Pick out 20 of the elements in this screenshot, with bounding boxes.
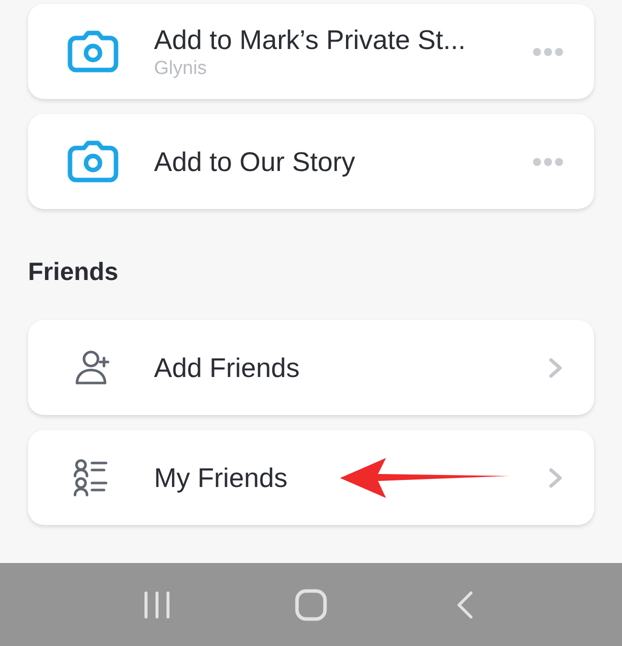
item-title: Add to Mark’s Private St... bbox=[154, 24, 466, 56]
more-icon[interactable] bbox=[532, 156, 564, 166]
list-card[interactable]: My Friends bbox=[28, 430, 594, 525]
more-icon[interactable] bbox=[532, 46, 564, 56]
item-title: Add to Our Story bbox=[154, 146, 356, 178]
camera-icon bbox=[66, 138, 120, 184]
chevron-icon bbox=[548, 466, 564, 488]
list-card[interactable]: Add to Our Story bbox=[28, 114, 594, 209]
add-person-icon bbox=[74, 348, 112, 386]
home-icon bbox=[295, 588, 327, 620]
chevron-icon bbox=[548, 356, 564, 378]
item-subtitle: Glynis bbox=[154, 56, 207, 80]
camera-icon bbox=[66, 28, 120, 74]
section-heading: Friends bbox=[28, 257, 120, 287]
list-card[interactable]: Add to Mark’s Private St... Glynis bbox=[28, 4, 594, 99]
back-icon bbox=[455, 590, 475, 620]
item-title: Add Friends bbox=[154, 352, 300, 384]
item-title: My Friends bbox=[154, 462, 288, 494]
list-card[interactable]: Add Friends bbox=[28, 320, 594, 415]
recent-apps-icon bbox=[142, 590, 172, 618]
